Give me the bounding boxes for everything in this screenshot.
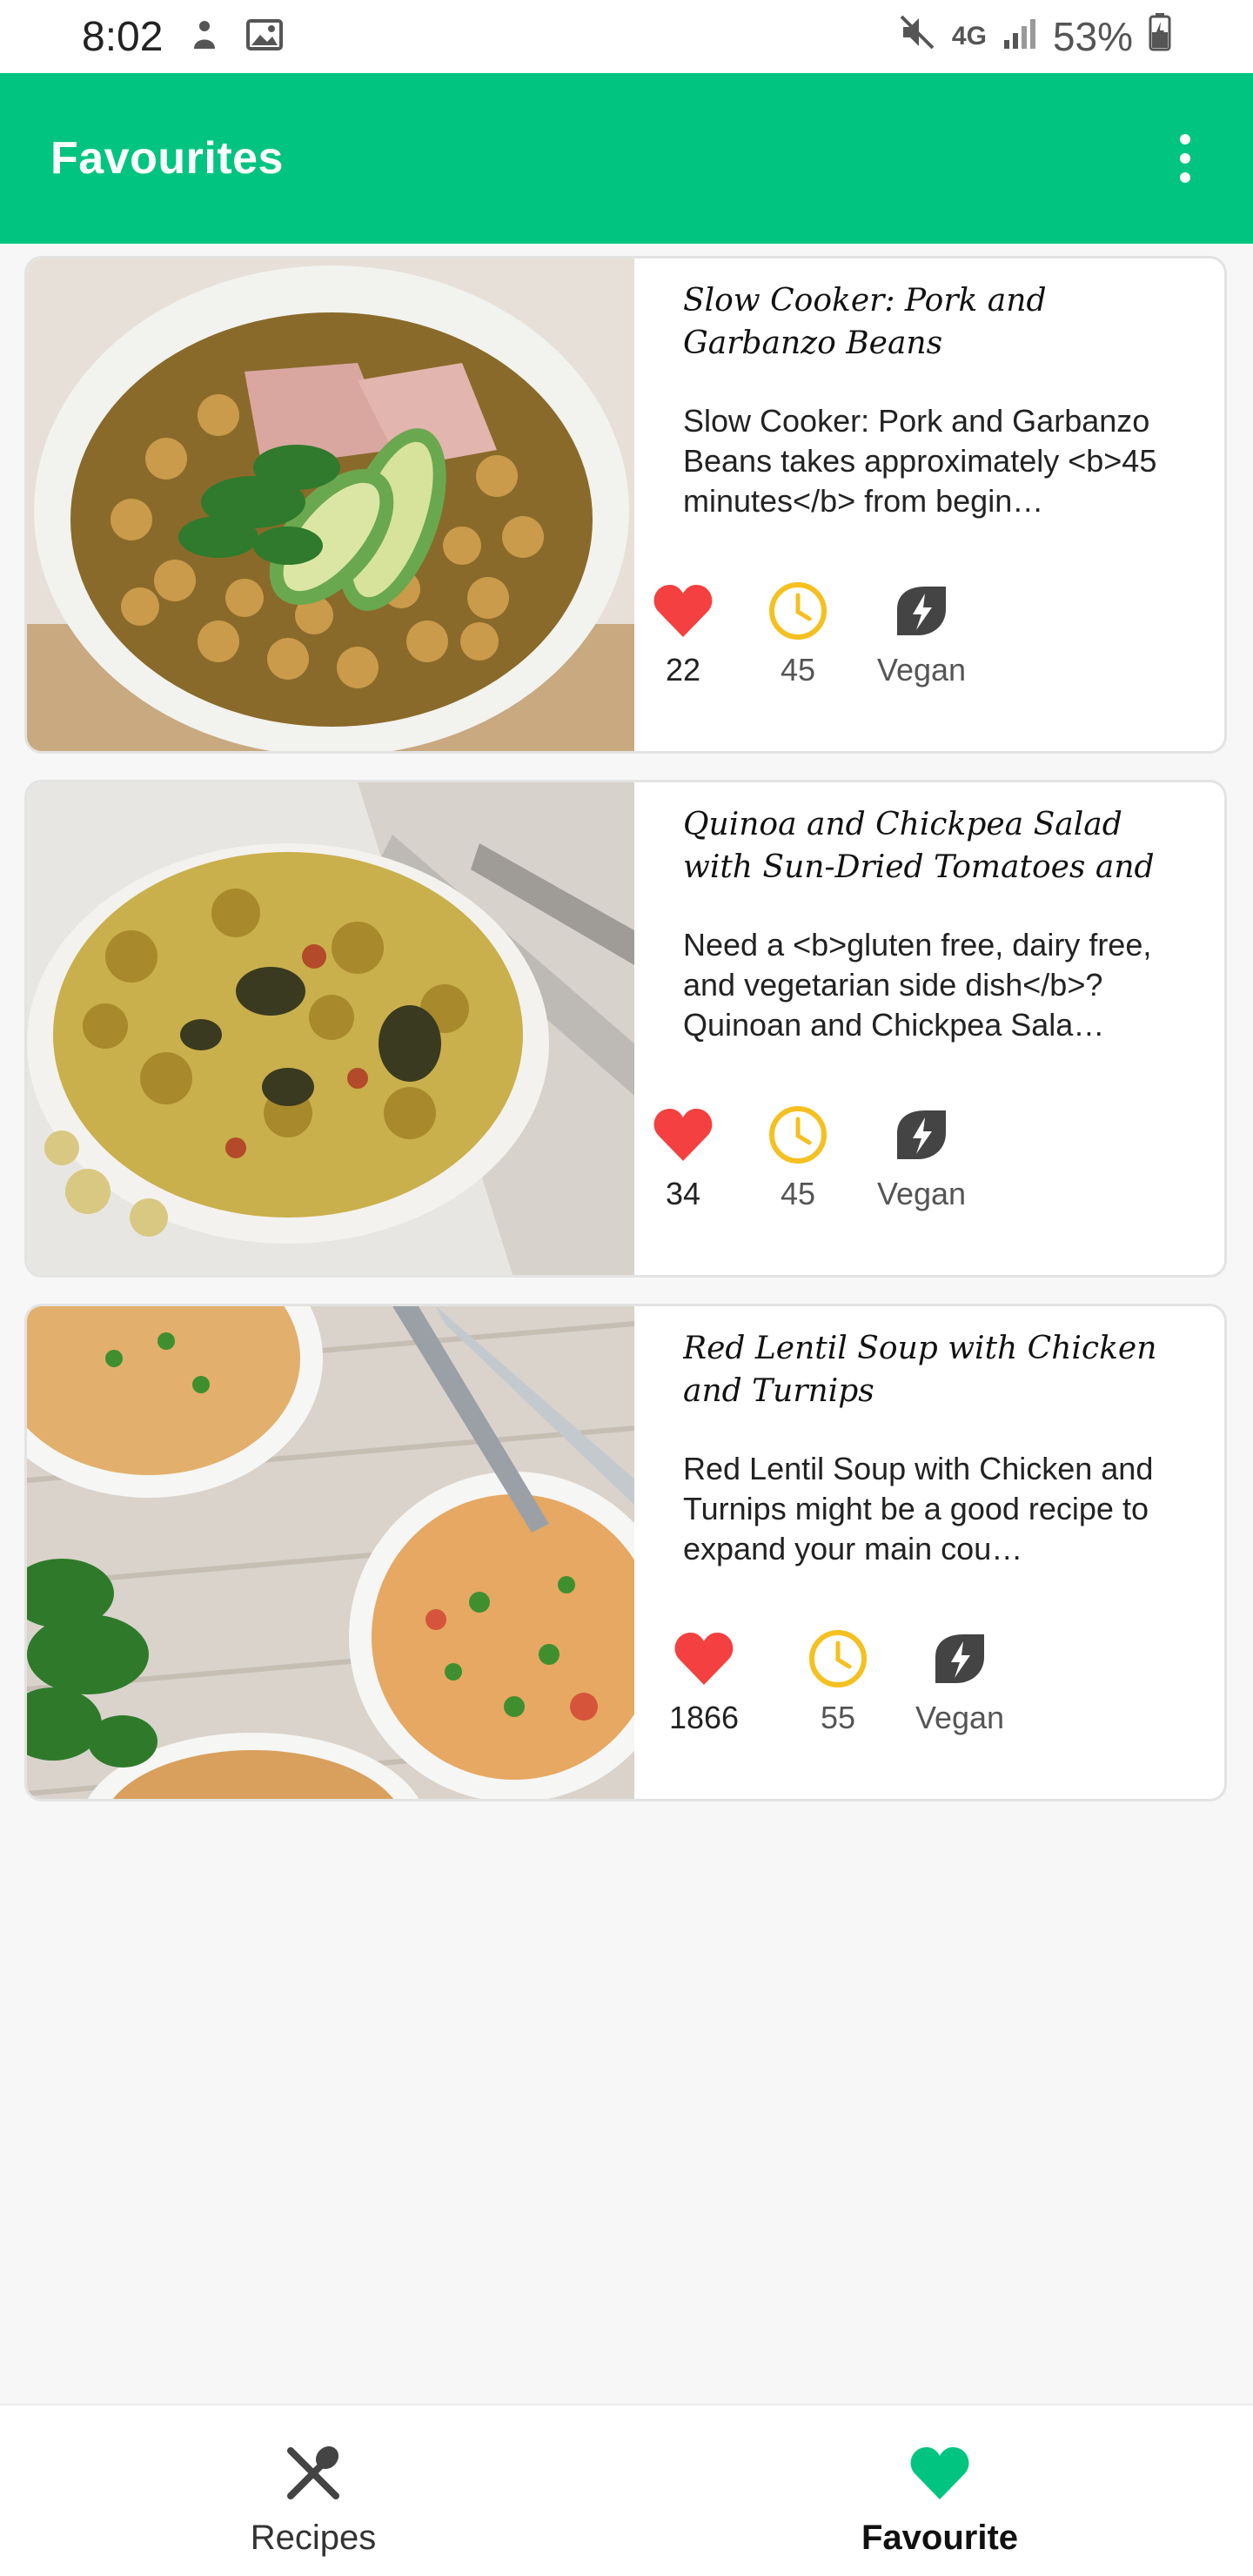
leaf-icon bbox=[889, 1103, 954, 1167]
status-time: 8:02 bbox=[82, 13, 164, 60]
likes-count: 1866 bbox=[668, 1700, 740, 1735]
nav-label-recipes: Recipes bbox=[250, 2519, 377, 2557]
heart-icon bbox=[651, 579, 715, 643]
diet-stat: Vegan bbox=[852, 1103, 991, 1212]
likes-count: 22 bbox=[665, 652, 701, 688]
diet-label: Vegan bbox=[876, 1176, 967, 1211]
clock-icon bbox=[766, 579, 830, 643]
network-type-icon: 4G bbox=[951, 22, 987, 50]
battery-percent: 53% bbox=[1052, 14, 1133, 59]
time-minutes: 45 bbox=[780, 652, 816, 688]
time-stat: 45 bbox=[728, 1103, 868, 1212]
heart-icon bbox=[905, 2438, 975, 2508]
recipe-description: Need a <b>gluten free, dairy free, and v… bbox=[683, 927, 1152, 1043]
recipe-title: Slow Cooker: Pork and Garbanzo Beans bbox=[683, 283, 1047, 361]
clock-icon bbox=[806, 1627, 870, 1691]
page-title: Favourites bbox=[50, 133, 284, 184]
clock-icon bbox=[766, 1103, 830, 1167]
recipe-description: Red Lentil Soup with Chicken and Turnips… bbox=[683, 1451, 1154, 1566]
recipe-image bbox=[27, 258, 634, 751]
signal-icon bbox=[1002, 13, 1037, 60]
recipe-body: Red Lentil Soup with Chicken and Turnips… bbox=[634, 1306, 1224, 1799]
time-stat: 55 bbox=[768, 1627, 908, 1736]
recipe-description: Slow Cooker: Pork and Garbanzo Beans tak… bbox=[683, 403, 1157, 519]
recipe-image bbox=[27, 782, 634, 1275]
leaf-icon bbox=[928, 1627, 992, 1691]
time-minutes: 55 bbox=[820, 1700, 856, 1735]
recipe-stats: 34 45 Vegan bbox=[634, 1103, 1224, 1224]
bottom-navigation: Recipes Favourite bbox=[0, 2404, 1253, 2576]
battery-icon bbox=[1149, 12, 1171, 61]
diet-stat: Vegan bbox=[890, 1627, 1029, 1736]
image-icon bbox=[246, 17, 284, 57]
likes-stat: 1866 bbox=[634, 1627, 774, 1736]
diet-label: Vegan bbox=[876, 652, 967, 688]
recipe-card[interactable]: Quinoa and Chickpea Salad with Sun-Dried… bbox=[24, 780, 1227, 1278]
recipe-stats: 1866 55 Vegan bbox=[634, 1627, 1224, 1748]
heart-icon bbox=[651, 1103, 715, 1167]
nav-item-recipes[interactable]: Recipes bbox=[0, 2405, 626, 2576]
more-vert-icon[interactable] bbox=[1168, 124, 1203, 193]
status-bar: 8:02 4G 53% bbox=[0, 0, 1253, 73]
fork-knife-icon bbox=[278, 2438, 348, 2508]
notification-icon bbox=[187, 17, 222, 57]
leaf-icon bbox=[889, 579, 954, 643]
mute-icon bbox=[898, 13, 936, 61]
diet-label: Vegan bbox=[915, 1700, 1005, 1735]
app-bar: Favourites bbox=[0, 73, 1253, 244]
recipe-title: Red Lentil Soup with Chicken and Turnips bbox=[683, 1331, 1157, 1409]
time-stat: 45 bbox=[728, 579, 868, 688]
nav-label-favourite: Favourite bbox=[861, 2519, 1019, 2557]
heart-icon bbox=[672, 1627, 736, 1691]
recipe-image bbox=[27, 1306, 634, 1799]
time-minutes: 45 bbox=[780, 1176, 816, 1211]
recipe-stats: 22 45 Vegan bbox=[634, 579, 1224, 701]
likes-count: 34 bbox=[665, 1176, 701, 1211]
diet-stat: Vegan bbox=[852, 579, 991, 688]
nav-item-favourite[interactable]: Favourite bbox=[626, 2405, 1253, 2576]
recipe-card[interactable]: Red Lentil Soup with Chicken and Turnips… bbox=[24, 1304, 1227, 1801]
recipe-card[interactable]: Slow Cooker: Pork and Garbanzo Beans Slo… bbox=[24, 256, 1227, 754]
recipe-body: Slow Cooker: Pork and Garbanzo Beans Slo… bbox=[634, 258, 1224, 751]
recipe-body: Quinoa and Chickpea Salad with Sun-Dried… bbox=[634, 782, 1224, 1275]
recipe-title: Quinoa and Chickpea Salad with Sun-Dried… bbox=[683, 807, 1155, 885]
